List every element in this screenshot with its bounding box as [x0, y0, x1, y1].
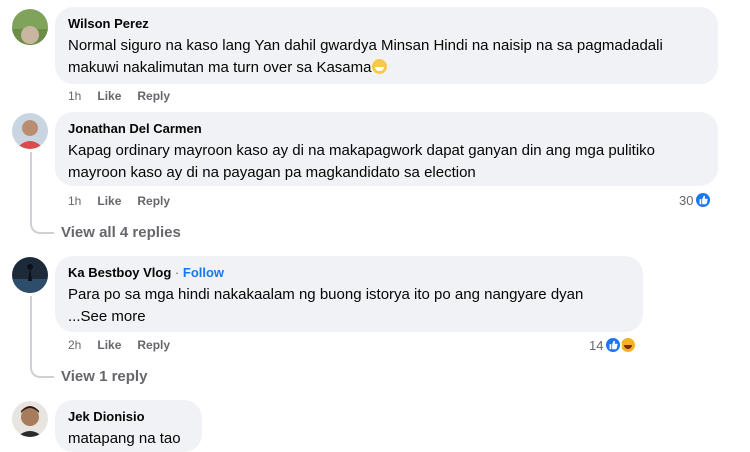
- like-button[interactable]: Like: [97, 88, 121, 104]
- comment-bubble: Wilson Perez Normal siguro na kaso lang …: [55, 7, 718, 84]
- reaction-count: 30: [679, 192, 694, 208]
- comment-text: Normal siguro na kaso lang Yan dahil gwa…: [68, 37, 663, 76]
- like-button[interactable]: Like: [97, 193, 121, 209]
- comment-actions: 1h Like Reply: [68, 193, 170, 209]
- comment-actions: 1h Like Reply: [68, 88, 170, 104]
- user-avatar-icon: [12, 113, 48, 149]
- user-avatar-icon: [12, 9, 48, 45]
- comment-bubble: Ka Bestboy Vlog · Follow Para po sa mga …: [55, 256, 643, 332]
- reply-button[interactable]: Reply: [137, 337, 170, 353]
- view-replies-link[interactable]: View all 4 replies: [61, 224, 181, 241]
- like-button[interactable]: Like: [97, 337, 121, 353]
- reaction-summary[interactable]: 14: [589, 336, 638, 354]
- comment-author-line: Ka Bestboy Vlog · Follow: [68, 265, 630, 281]
- comment-text: matapang na tao: [68, 430, 181, 447]
- comment-author[interactable]: Ka Bestboy Vlog: [68, 265, 171, 280]
- see-more-link[interactable]: ...See more: [68, 308, 146, 325]
- comment-actions: 2h Like Reply: [68, 337, 170, 353]
- thread-line: [30, 152, 54, 234]
- reaction-count: 14: [589, 337, 604, 353]
- reaction-summary[interactable]: 30: [679, 191, 713, 209]
- comment-timestamp[interactable]: 1h: [68, 193, 81, 209]
- comment-timestamp[interactable]: 1h: [68, 88, 81, 104]
- reply-button[interactable]: Reply: [137, 193, 170, 209]
- comments-section: Wilson Perez Normal siguro na kaso lang …: [0, 0, 750, 452]
- comment-bubble: Jek Dionisio matapang na tao: [55, 400, 202, 452]
- comment-author[interactable]: Wilson Perez: [68, 16, 705, 32]
- thread-line: [30, 296, 54, 378]
- reply-button[interactable]: Reply: [137, 88, 170, 104]
- user-avatar-icon: [12, 401, 48, 437]
- comment-author[interactable]: Jek Dionisio: [68, 409, 189, 425]
- comment-author[interactable]: Jonathan Del Carmen: [68, 121, 705, 137]
- user-avatar-icon: [12, 257, 48, 293]
- view-replies-link[interactable]: View 1 reply: [61, 368, 147, 385]
- like-reaction-icon: [694, 191, 713, 209]
- comment-text: Kapag ordinary mayroon kaso ay di na mak…: [68, 142, 656, 181]
- comment-text: Para po sa mga hindi nakakaalam ng buong…: [68, 286, 584, 325]
- grin-sweat-emoji-icon: [372, 59, 388, 74]
- avatar[interactable]: [12, 257, 48, 293]
- avatar[interactable]: [12, 401, 48, 437]
- separator-dot: ·: [174, 265, 180, 280]
- follow-button[interactable]: Follow: [183, 265, 224, 280]
- comment-timestamp[interactable]: 2h: [68, 337, 81, 353]
- like-reaction-icon: [604, 336, 623, 354]
- haha-reaction-icon: [619, 336, 638, 354]
- avatar[interactable]: [12, 113, 48, 149]
- comment-bubble: Jonathan Del Carmen Kapag ordinary mayro…: [55, 112, 718, 186]
- avatar[interactable]: [12, 9, 48, 45]
